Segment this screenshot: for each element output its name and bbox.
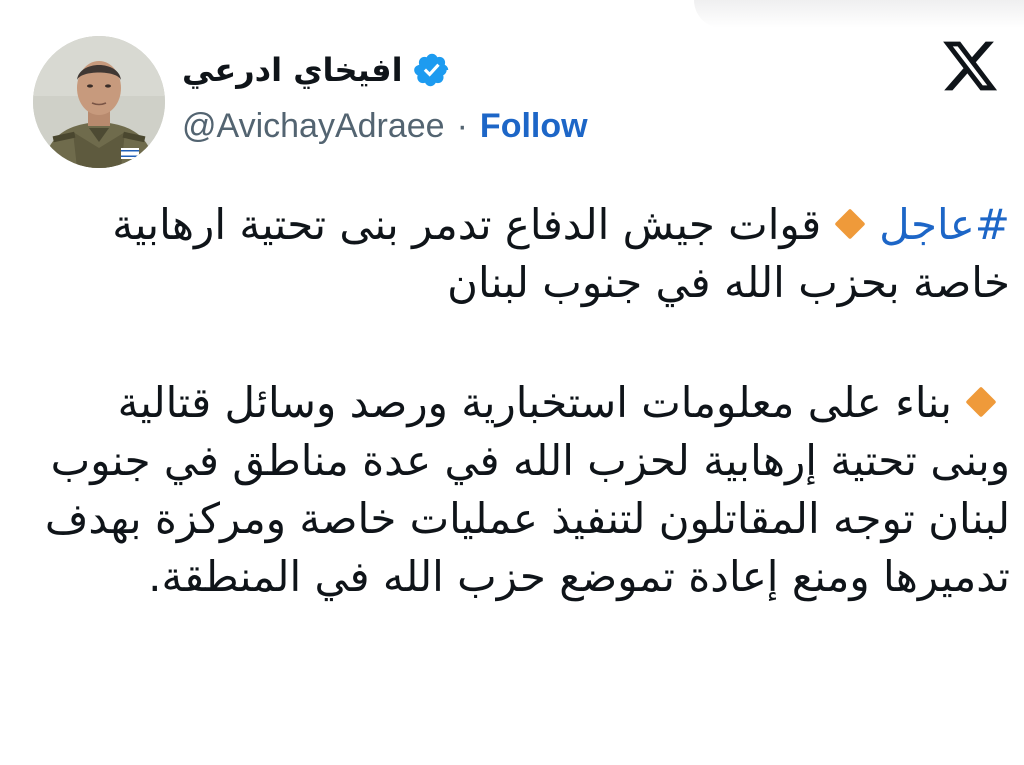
display-name[interactable]: افيخاي ادرعي bbox=[182, 51, 403, 89]
avatar[interactable] bbox=[33, 36, 165, 168]
user-handle[interactable]: @AvichayAdraee bbox=[182, 107, 445, 146]
orange-diamond-icon bbox=[965, 386, 997, 418]
tweet-text: #عاجلقوات جيش الدفاع تدمر بنى تحتية ارها… bbox=[30, 196, 1010, 606]
follow-button[interactable]: Follow bbox=[480, 107, 588, 146]
hashtag-link[interactable]: #عاجل bbox=[879, 200, 1010, 249]
author-block: افيخاي ادرعي @AvichayAdraee · Follow bbox=[182, 44, 588, 150]
x-logo-icon[interactable] bbox=[940, 36, 1000, 96]
verified-badge-icon bbox=[413, 51, 451, 89]
orange-diamond-icon bbox=[834, 208, 866, 240]
tweet-card: افيخاي ادرعي @AvichayAdraee · Follow #عا… bbox=[0, 0, 1024, 765]
separator-dot: · bbox=[456, 106, 468, 145]
tweet-body-paragraph: بناء على معلومات استخبارية ورصد وسائل قت… bbox=[30, 374, 1010, 606]
avatar-photo bbox=[33, 36, 165, 168]
tweet-headline: قوات جيش الدفاع تدمر بنى تحتية ارهابية خ… bbox=[112, 200, 1010, 307]
tweet-headline-paragraph: #عاجلقوات جيش الدفاع تدمر بنى تحتية ارها… bbox=[30, 196, 1010, 312]
tweet-body: بناء على معلومات استخبارية ورصد وسائل قت… bbox=[44, 378, 1010, 601]
top-shade bbox=[694, 0, 1024, 28]
handle-row: @AvichayAdraee · Follow bbox=[182, 102, 588, 150]
name-row: افيخاي ادرعي bbox=[182, 44, 588, 96]
